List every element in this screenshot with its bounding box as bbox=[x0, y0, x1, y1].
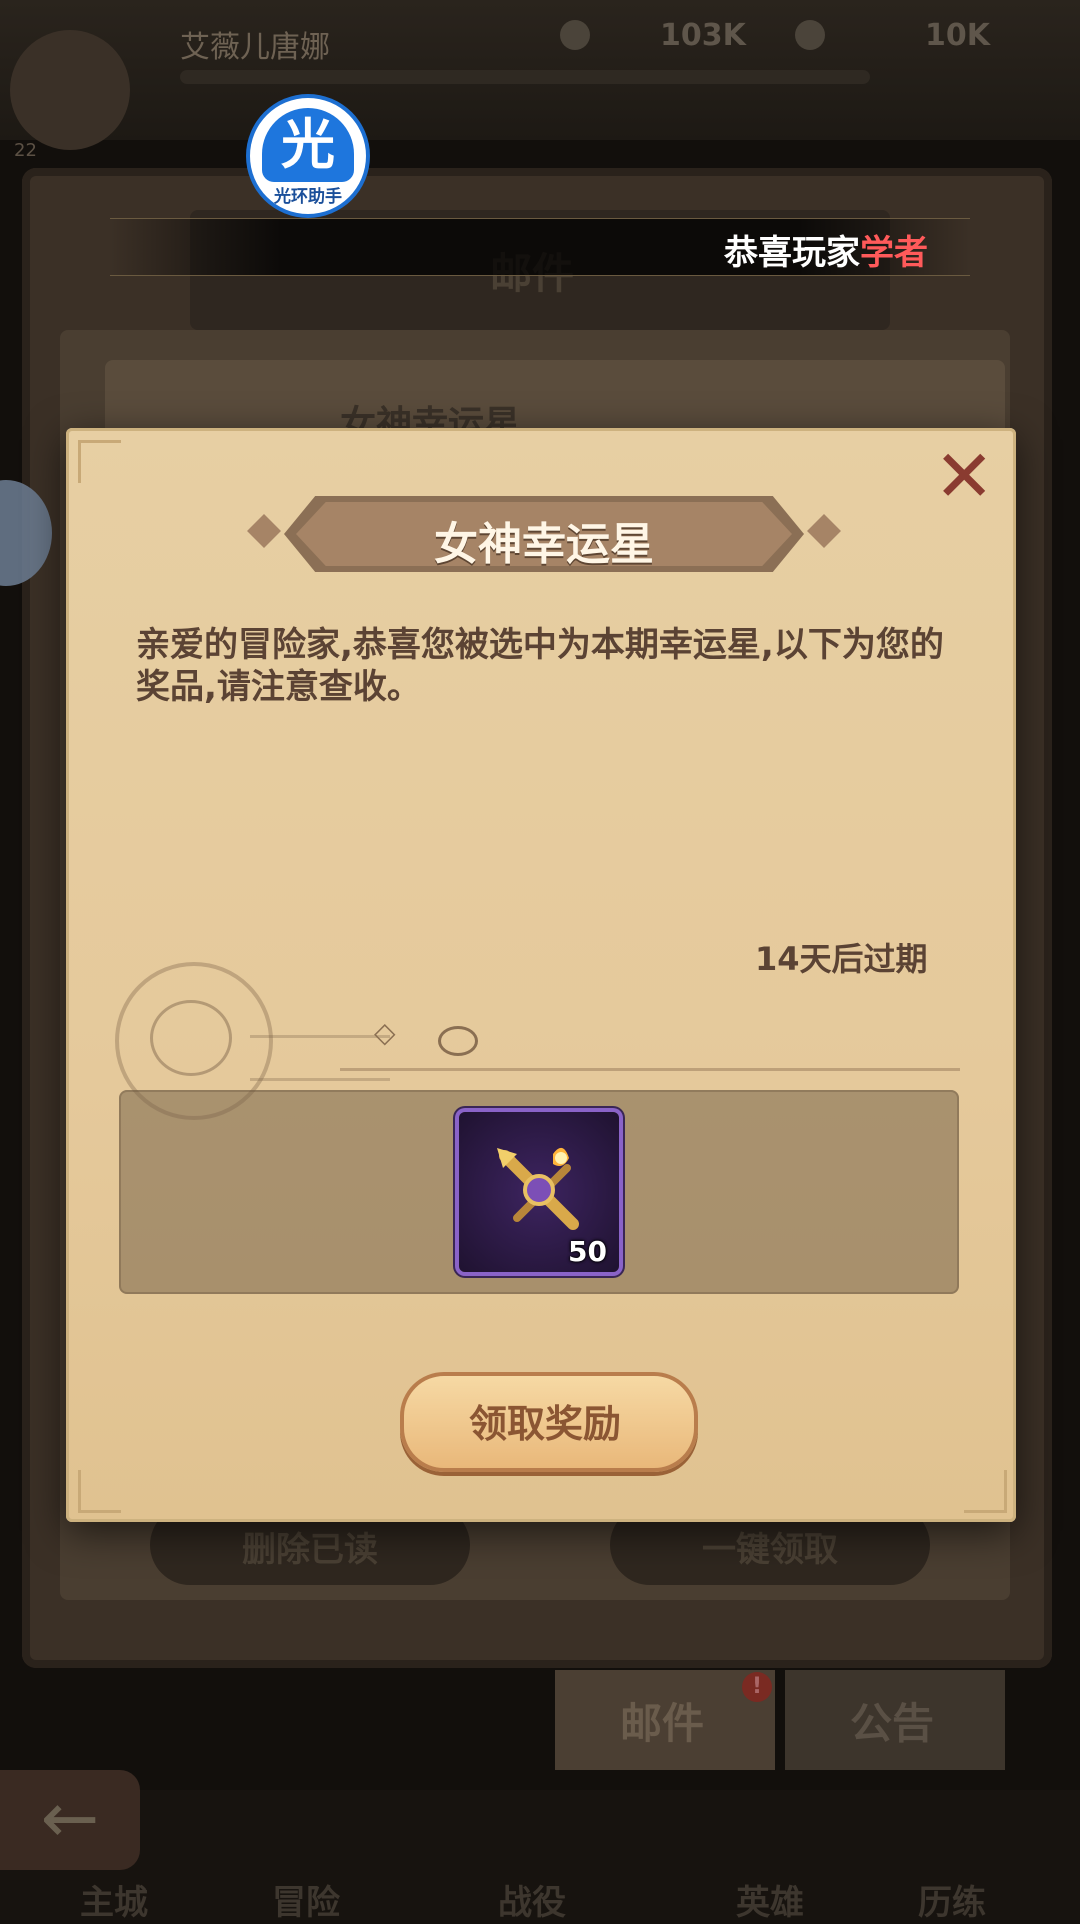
tab-notice-label: 公告 bbox=[850, 1699, 935, 1748]
diamond-icon bbox=[795, 20, 825, 50]
letter-corner-ornament bbox=[964, 1470, 1007, 1513]
expiry-text: 14天后过期 bbox=[755, 940, 928, 978]
golden-crossbow-icon bbox=[497, 1147, 579, 1230]
bird-stamp-icon bbox=[150, 1000, 232, 1076]
player-avatar[interactable] bbox=[10, 30, 130, 150]
letter-corner-ornament bbox=[78, 1470, 121, 1513]
claim-all-label: 一键领取 bbox=[702, 1530, 838, 1570]
close-icon[interactable]: ✕ bbox=[934, 440, 994, 512]
gold-icon bbox=[560, 20, 590, 50]
claim-reward-label: 领取奖励 bbox=[468, 1402, 621, 1446]
nav-item-adventure[interactable]: 冒险 bbox=[272, 1875, 340, 1924]
halo-badge-text: 光环助手 bbox=[274, 187, 342, 207]
halo-assistant-badge[interactable]: 光 光环助手 bbox=[250, 98, 366, 214]
delete-read-label: 删除已读 bbox=[242, 1530, 378, 1570]
halo-logo-icon: 光 bbox=[262, 108, 354, 182]
notification-badge: ! bbox=[742, 1672, 772, 1702]
coin-doodle-icon bbox=[438, 1026, 478, 1056]
nav-item-heroes[interactable]: 英雄 bbox=[736, 1875, 804, 1924]
player-name: 艾薇儿唐娜 bbox=[180, 30, 330, 65]
gem-doodle-icon: ◇ bbox=[374, 1016, 396, 1049]
nav-item-training[interactable]: 历练 bbox=[918, 1875, 986, 1924]
player-level: 22 bbox=[14, 140, 37, 161]
nav-item-main-city[interactable]: 主城 bbox=[80, 1875, 148, 1924]
postmark-wave-lines bbox=[250, 1035, 390, 1081]
announcement-marquee: 恭喜玩家学者 bbox=[110, 218, 970, 276]
experience-bar bbox=[180, 70, 870, 84]
letter-body-text: 亲爱的冒险家,恭喜您被选中为本期幸运星,以下为您的奖品,请注意查收。 bbox=[136, 625, 944, 707]
tab-mail-label: 邮件 bbox=[620, 1699, 705, 1748]
marquee-player-name: 学者 bbox=[860, 233, 928, 273]
letter-title: 女神幸运星 bbox=[434, 519, 654, 570]
letter-divider bbox=[340, 1068, 960, 1071]
marquee-prefix: 恭喜玩家 bbox=[724, 233, 860, 273]
back-arrow-icon[interactable]: ← bbox=[0, 1770, 140, 1870]
nav-item-campaign[interactable]: 战役 bbox=[498, 1875, 566, 1924]
letter-corner-ornament bbox=[78, 440, 121, 483]
reward-item-count: 50 bbox=[568, 1235, 607, 1268]
reward-item-slot[interactable]: 50 bbox=[459, 1112, 619, 1272]
marquee-text: 恭喜玩家学者 bbox=[724, 225, 928, 274]
gold-amount: 103K bbox=[660, 18, 746, 53]
diamond-amount: 10K bbox=[925, 18, 990, 53]
